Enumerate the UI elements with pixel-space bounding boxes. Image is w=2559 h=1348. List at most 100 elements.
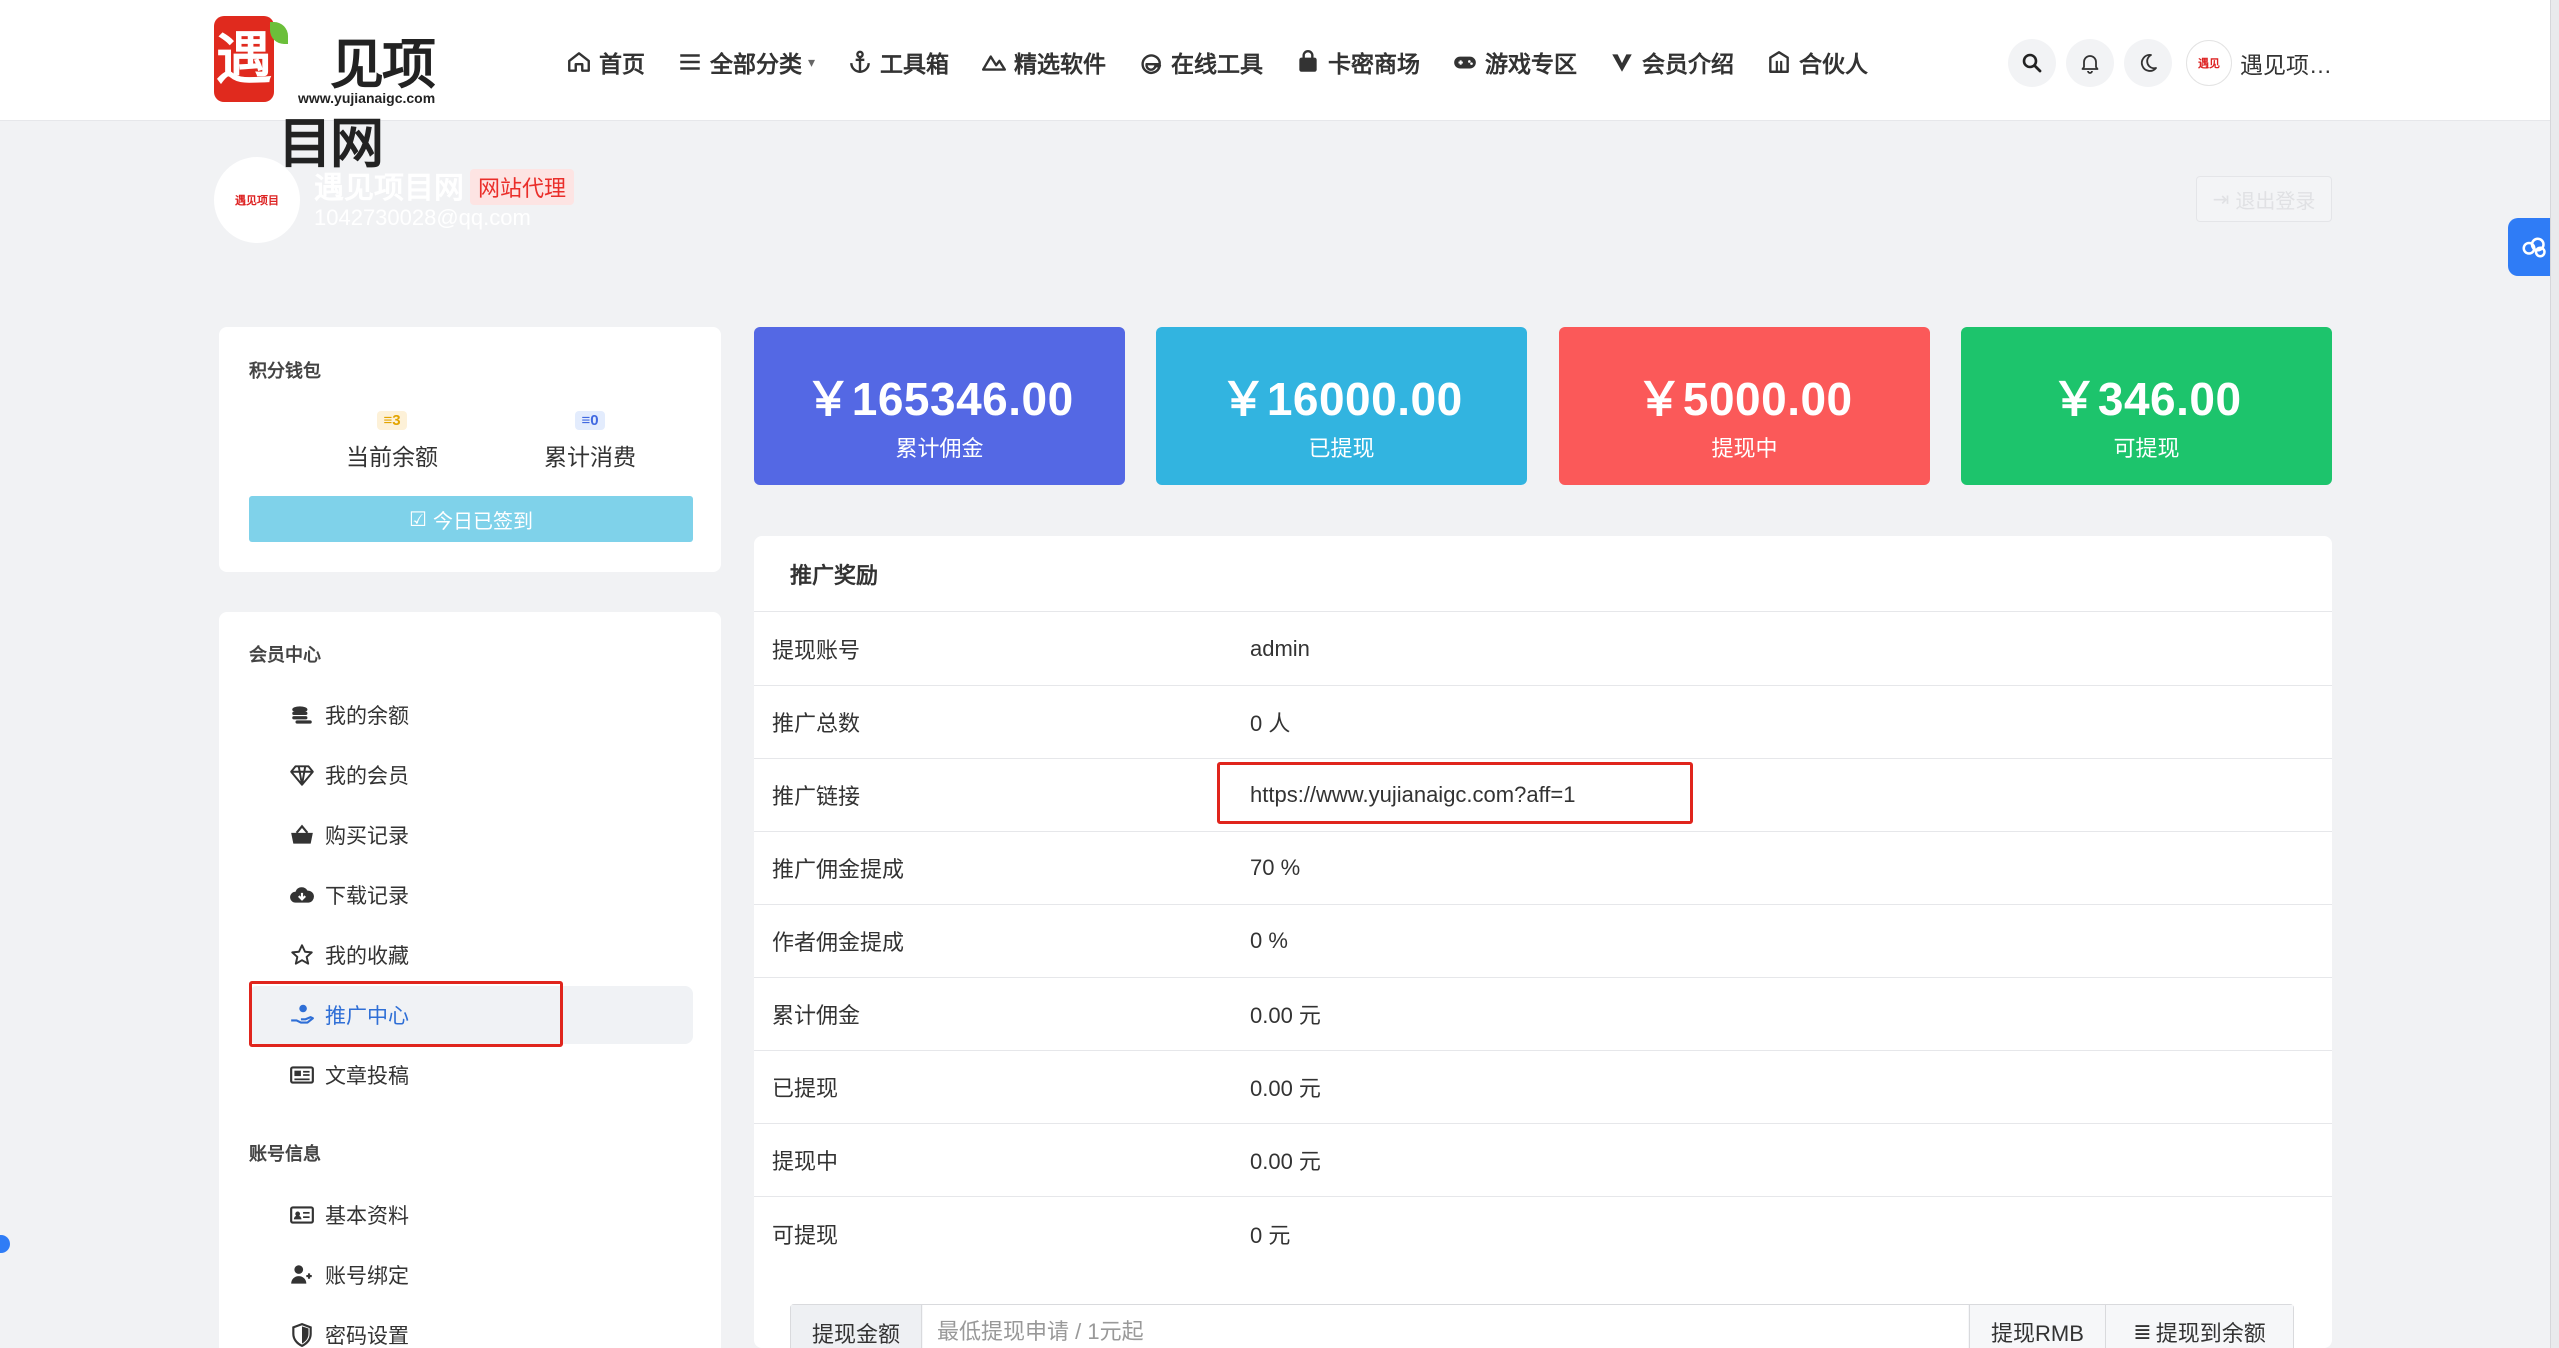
mountain-icon bbox=[981, 49, 1007, 75]
spent-stat: ≡0 累计消费 bbox=[510, 411, 670, 472]
member-center-title: 会员中心 bbox=[249, 645, 321, 665]
logout-button[interactable]: ⇥ 退出登录 bbox=[2196, 176, 2332, 222]
row-value: 0.00 元 bbox=[1250, 1076, 1321, 1101]
menu-item-member-items-4[interactable]: 我的收藏 bbox=[249, 926, 693, 984]
logo-badge: 遇 bbox=[214, 16, 274, 102]
row-key: 推广链接 bbox=[772, 784, 861, 809]
nav-label: 在线工具 bbox=[1171, 51, 1264, 77]
logo-domain: www.yujianaigc.com bbox=[298, 90, 436, 106]
list-icon bbox=[677, 49, 703, 75]
row-key: 推广总数 bbox=[772, 711, 861, 736]
stat-card-0: ￥165346.00 累计佣金 bbox=[754, 327, 1125, 485]
profile-avatar: 遇见项目 bbox=[214, 157, 300, 243]
shield-icon bbox=[289, 1322, 315, 1348]
points-wallet-card: 积分钱包 ≡3 当前余额 ≡0 累计消费 ☑ 今日已签到 bbox=[219, 327, 721, 572]
menu-item-member-items-6[interactable]: 文章投稿 bbox=[249, 1046, 693, 1104]
chevron-down-icon: ▾ bbox=[808, 53, 816, 70]
row-value: 0.00 元 bbox=[1250, 1149, 1321, 1174]
star-icon bbox=[289, 942, 315, 968]
dark-mode-toggle[interactable] bbox=[2124, 39, 2172, 87]
menu-label: 账号绑定 bbox=[325, 1265, 409, 1288]
menu-item-member-account_items-2[interactable]: 密码设置 bbox=[249, 1306, 693, 1348]
menu-item-member-items-3[interactable]: 下载记录 bbox=[249, 866, 693, 924]
newspaper-icon bbox=[289, 1062, 315, 1088]
page-scrollbar[interactable] bbox=[2550, 0, 2559, 1348]
highlight-box-promo-link bbox=[1217, 762, 1693, 824]
nav-label: 卡密商场 bbox=[1328, 51, 1421, 77]
menu-item-member-account_items-1[interactable]: 账号绑定 bbox=[249, 1246, 693, 1304]
building-icon bbox=[1766, 49, 1792, 75]
profile-email: 1042730028@qq.com bbox=[314, 205, 531, 230]
menu-label: 密码设置 bbox=[325, 1325, 409, 1348]
withdraw-rmb-button[interactable]: 提现RMB bbox=[1969, 1305, 2105, 1348]
menu-item-member-items-0[interactable]: 我的余额 bbox=[249, 686, 693, 744]
nav-item-0[interactable]: 首页 bbox=[566, 40, 645, 84]
nav-item-2[interactable]: 工具箱 bbox=[847, 40, 949, 84]
nav-label: 合伙人 bbox=[1799, 51, 1869, 77]
daily-signin-button[interactable]: ☑ 今日已签到 bbox=[249, 496, 693, 542]
menu-item-member-items-1[interactable]: 我的会员 bbox=[249, 746, 693, 804]
stat-label: 提现中 bbox=[1711, 436, 1778, 461]
user-menu[interactable]: 遇见 遇见项… bbox=[2186, 40, 2332, 86]
main-nav: 首页 全部分类 ▾ 工具箱 精选软件 在线工具 卡密商场 游戏专区 会员介绍 合伙人 bbox=[566, 40, 1900, 84]
nav-item-3[interactable]: 精选软件 bbox=[981, 40, 1106, 84]
logout-icon: ⇥ bbox=[2212, 188, 2230, 211]
withdraw-to-balance-button[interactable]: ≣ 提现到余额 bbox=[2105, 1305, 2293, 1348]
menu-item-member-items-2[interactable]: 购买记录 bbox=[249, 806, 693, 864]
avatar: 遇见 bbox=[2186, 40, 2232, 86]
table-row: 推广总数 0 人 bbox=[754, 686, 2332, 759]
spent-badge: ≡0 bbox=[575, 411, 605, 430]
search-button[interactable] bbox=[2008, 39, 2056, 87]
bell-icon bbox=[2081, 55, 2099, 74]
member-center-card: 会员中心 账号信息 我的余额 我的会员 购买记录 下载记录 我的收藏 推广中心 文章投稿 基本… bbox=[219, 612, 721, 1348]
spent-badge-value: 0 bbox=[590, 412, 599, 429]
nav-item-1[interactable]: 全部分类 ▾ bbox=[677, 40, 815, 84]
signin-label: 今日已签到 bbox=[432, 510, 533, 533]
nav-item-5[interactable]: 卡密商场 bbox=[1295, 40, 1420, 84]
cloud-download-icon bbox=[289, 882, 315, 908]
spent-label: 累计消费 bbox=[544, 444, 636, 470]
role-badge: 网站代理 bbox=[470, 169, 575, 205]
row-key: 作者佣金提成 bbox=[772, 930, 905, 955]
site-logo[interactable]: 遇 遇见项目网 www.yujianaigc.com bbox=[214, 14, 484, 175]
stat-amount: ￥16000.00 bbox=[1220, 373, 1463, 425]
balance-stat: ≡3 当前余额 bbox=[312, 411, 472, 472]
notification-button[interactable] bbox=[2066, 39, 2114, 87]
stat-label: 已提现 bbox=[1308, 436, 1375, 461]
user-name: 遇见项… bbox=[2240, 52, 2332, 78]
withdraw-balance-label: 提现到余额 bbox=[2155, 1321, 2266, 1346]
table-row: 推广佣金提成 70 % bbox=[754, 832, 2332, 905]
withdraw-form: 提现金额 提现RMB ≣ 提现到余额 bbox=[790, 1304, 2294, 1348]
menu-label: 下载记录 bbox=[325, 885, 409, 908]
menu-item-member-account_items-0[interactable]: 基本资料 bbox=[249, 1186, 693, 1244]
checkbox-icon: ☑ bbox=[409, 508, 427, 531]
coins-icon bbox=[289, 702, 315, 728]
gamepad-icon bbox=[1452, 49, 1478, 75]
stat-card-2: ￥5000.00 提现中 bbox=[1559, 327, 1930, 485]
bag-icon bbox=[1295, 49, 1321, 75]
user-link-icon bbox=[289, 1262, 315, 1288]
row-key: 已提现 bbox=[772, 1076, 839, 1101]
row-value: 0 % bbox=[1250, 928, 1288, 953]
nav-item-6[interactable]: 游戏专区 bbox=[1452, 40, 1577, 84]
menu-label: 文章投稿 bbox=[325, 1065, 409, 1088]
coins-icon: ≣ bbox=[2133, 1319, 2152, 1344]
balance-badge-value: 3 bbox=[392, 412, 401, 429]
stat-amount: ￥5000.00 bbox=[1636, 373, 1853, 425]
nav-item-8[interactable]: 合伙人 bbox=[1766, 40, 1868, 84]
withdraw-amount-input[interactable] bbox=[923, 1305, 1968, 1348]
stat-amount: ￥165346.00 bbox=[805, 373, 1074, 425]
nav-item-4[interactable]: 在线工具 bbox=[1138, 40, 1263, 84]
row-key: 推广佣金提成 bbox=[772, 857, 905, 882]
row-value: 0 人 bbox=[1250, 711, 1291, 736]
nav-label: 首页 bbox=[599, 51, 645, 77]
profile-name: 遇见项目网 bbox=[314, 172, 464, 205]
side-indicator bbox=[0, 1235, 10, 1253]
edge-icon bbox=[1138, 49, 1164, 75]
basket-icon bbox=[289, 822, 315, 848]
nav-item-7[interactable]: 会员介绍 bbox=[1609, 40, 1734, 84]
table-row: 可提现 0 元 bbox=[754, 1197, 2332, 1270]
table-row: 提现账号 admin bbox=[754, 613, 2332, 686]
stat-card-3: ￥346.00 可提现 bbox=[1961, 327, 2332, 485]
menu-label: 我的余额 bbox=[325, 705, 409, 728]
